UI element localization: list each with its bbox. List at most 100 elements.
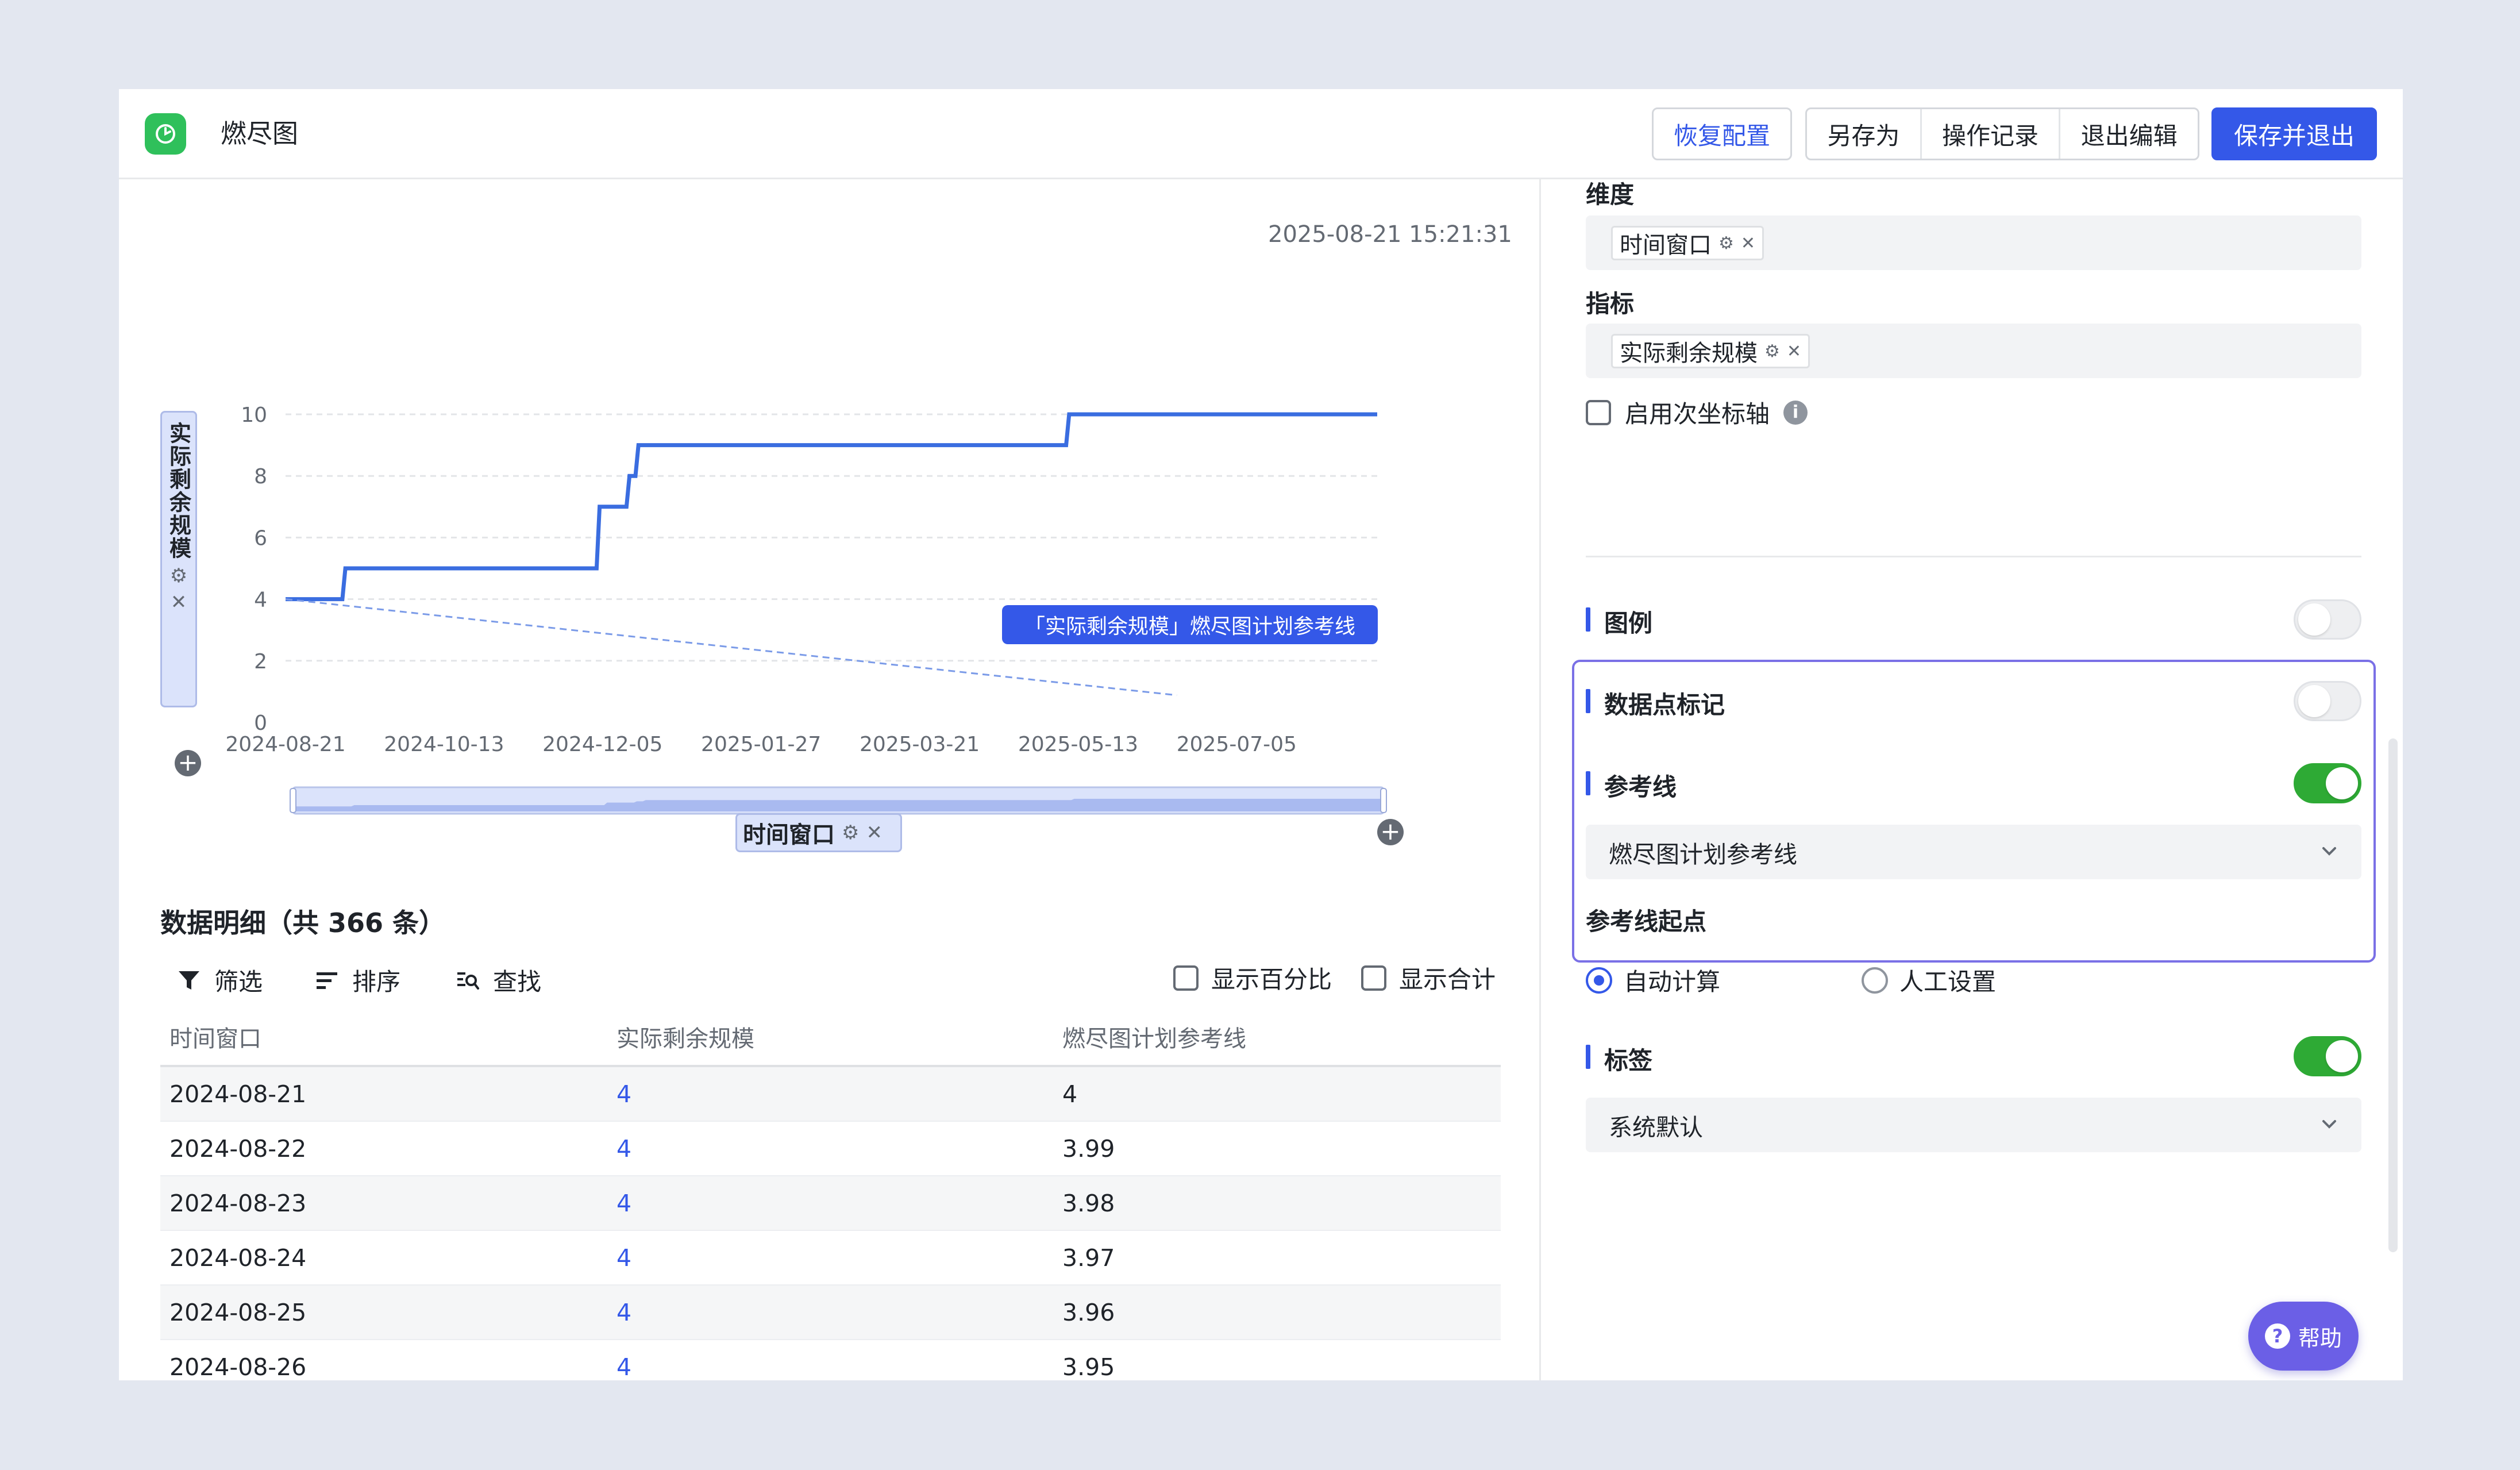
x-axis-field-pill[interactable]: 时间窗口 ⚙ ✕ — [735, 813, 902, 852]
app-icon — [145, 113, 186, 155]
metric-field-box[interactable]: 实际剩余规模 ⚙ ✕ — [1586, 324, 2361, 378]
close-icon[interactable]: ✕ — [171, 592, 187, 613]
slider-handle-left[interactable] — [290, 788, 296, 813]
labels-select-value: 系统默认 — [1609, 1113, 1703, 1141]
table-cell: 2024-08-22 — [169, 1134, 307, 1163]
radio-auto-option[interactable]: 自动计算 — [1586, 963, 1720, 998]
data-table: 时间窗口 实际剩余规模 燃尽图计划参考线 2024-08-21 4 4 2024-08… — [160, 1009, 1501, 1380]
secondary-axis-option[interactable]: 启用次坐标轴 i — [1586, 395, 1808, 430]
y-tick-label: 6 — [254, 526, 267, 550]
filter-label: 筛选 — [214, 968, 263, 996]
close-icon[interactable]: ✕ — [1741, 233, 1755, 253]
table-row: 2024-08-25 4 3.96 — [160, 1286, 1501, 1340]
secondary-axis-checkbox[interactable] — [1586, 399, 1611, 425]
column-header-time-window[interactable]: 时间窗口 — [160, 1020, 607, 1053]
reference-start-label: 参考线起点 — [1586, 907, 1707, 936]
dimension-tag[interactable]: 时间窗口 ⚙ ✕ — [1611, 226, 1764, 260]
table-cell[interactable]: 4 — [607, 1190, 1053, 1217]
table-body: 2024-08-21 4 4 2024-08-22 4 3.99 2024-08-23 4 3.… — [160, 1067, 1501, 1380]
close-icon[interactable]: ✕ — [1787, 341, 1801, 361]
show-total-label: 显示合计 — [1399, 965, 1496, 994]
table-row: 2024-08-21 4 4 — [160, 1067, 1501, 1122]
app-window: 燃尽图 恢复配置 另存为 操作记录 退出编辑 保存并退出 2025-08-21 … — [119, 89, 2403, 1380]
table-row: 2024-08-22 4 3.99 — [160, 1122, 1501, 1176]
add-x-field-icon[interactable]: + — [1377, 819, 1404, 845]
exit-edit-button[interactable]: 退出编辑 — [2060, 109, 2198, 159]
gear-icon[interactable]: ⚙ — [842, 821, 859, 844]
table-cell: 2024-08-23 — [169, 1189, 307, 1217]
x-tick-label: 2025-01-27 — [701, 733, 821, 756]
section-marker — [1586, 607, 1590, 632]
save-and-exit-button[interactable]: 保存并退出 — [2211, 107, 2377, 160]
x-tick-label: 2024-12-05 — [542, 733, 662, 756]
show-total-option[interactable]: 显示合计 — [1361, 960, 1496, 995]
dimension-label: 维度 — [1586, 180, 1635, 209]
table-header: 时间窗口 实际剩余规模 燃尽图计划参考线 — [160, 1009, 1501, 1067]
table-cell: 2024-08-24 — [169, 1244, 307, 1272]
x-tick-label: 2024-08-21 — [225, 733, 345, 756]
y-tick-label: 2 — [254, 650, 267, 674]
filter-button[interactable]: 筛选 — [176, 963, 263, 998]
radio-manual-option[interactable]: 人工设置 — [1862, 963, 1996, 998]
find-button[interactable]: 查找 — [455, 963, 541, 998]
labels-select[interactable]: 系统默认 — [1586, 1098, 2361, 1152]
show-percent-checkbox[interactable] — [1173, 965, 1199, 991]
show-total-checkbox[interactable] — [1361, 965, 1386, 991]
find-label: 查找 — [493, 968, 542, 996]
legend-toggle[interactable] — [2294, 599, 2361, 640]
y-tick-label: 4 — [254, 588, 267, 612]
question-icon: ? — [2264, 1323, 2290, 1349]
gear-icon[interactable]: ⚙ — [1764, 341, 1780, 361]
radio-manual-label: 人工设置 — [1899, 968, 1997, 996]
table-row: 2024-08-24 4 3.97 — [160, 1231, 1501, 1286]
history-button[interactable]: 操作记录 — [1922, 109, 2061, 159]
labels-toggle[interactable] — [2294, 1036, 2361, 1076]
sort-label: 排序 — [352, 968, 401, 996]
table-cell: 2024-08-21 — [169, 1080, 307, 1108]
section-marker — [1586, 1045, 1590, 1069]
show-percent-label: 显示百分比 — [1211, 965, 1332, 994]
panel-divider — [1539, 179, 1541, 1380]
table-cell: 3.97 — [1062, 1244, 1115, 1272]
restore-config-button[interactable]: 恢复配置 — [1652, 107, 1792, 160]
table-cell[interactable]: 4 — [607, 1353, 1053, 1381]
gear-icon[interactable]: ⚙ — [1718, 233, 1734, 253]
series-line-actual — [286, 412, 1377, 602]
zoom-slider[interactable] — [290, 786, 1387, 815]
help-label: 帮助 — [2298, 1325, 2342, 1351]
dimension-field-box[interactable]: 时间窗口 ⚙ ✕ — [1586, 216, 2361, 270]
column-header-actual-remaining[interactable]: 实际剩余规模 — [607, 1020, 1053, 1053]
help-button[interactable]: ? 帮助 — [2248, 1302, 2359, 1371]
legend-label: 图例 — [1604, 609, 1653, 637]
table-cell[interactable]: 4 — [607, 1135, 1053, 1163]
table-cell[interactable]: 4 — [607, 1299, 1053, 1326]
table-cell: 3.96 — [1062, 1298, 1115, 1326]
panel-scrollbar[interactable] — [2388, 738, 2398, 1252]
metric-tag[interactable]: 实际剩余规模 ⚙ ✕ — [1611, 334, 1810, 368]
slider-handle-right[interactable] — [1380, 788, 1387, 813]
table-row: 2024-08-26 4 3.95 — [160, 1340, 1501, 1381]
gear-icon[interactable]: ⚙ — [170, 565, 187, 586]
reference-line-tooltip: 「实际剩余规模」燃尽图计划参考线 — [1002, 605, 1378, 644]
close-icon[interactable]: ✕ — [866, 821, 883, 844]
reference-line-select[interactable]: 燃尽图计划参考线 — [1586, 825, 2361, 879]
table-cell[interactable]: 4 — [607, 1080, 1053, 1108]
table-cell: 2024-08-26 — [169, 1353, 307, 1381]
secondary-axis-label: 启用次坐标轴 — [1625, 400, 1770, 428]
show-percent-option[interactable]: 显示百分比 — [1173, 960, 1332, 995]
reference-line-label: 参考线 — [1604, 773, 1677, 801]
y-tick-label: 0 — [254, 711, 267, 735]
sort-button[interactable]: 排序 — [314, 963, 400, 998]
metric-tag-label: 实际剩余规模 — [1620, 340, 1758, 367]
reference-line-toggle[interactable] — [2294, 763, 2361, 803]
save-as-button[interactable]: 另存为 — [1807, 109, 1922, 159]
table-cell[interactable]: 4 — [607, 1244, 1053, 1272]
y-axis-field-pill[interactable]: 实际剩余规模 ⚙ ✕ — [160, 411, 197, 707]
add-y-field-icon[interactable]: + — [175, 750, 201, 776]
column-header-reference-line[interactable]: 燃尽图计划参考线 — [1053, 1020, 1501, 1053]
radio-manual[interactable] — [1862, 967, 1888, 994]
metric-label: 指标 — [1586, 290, 1635, 318]
radio-auto[interactable] — [1586, 967, 1612, 994]
y-tick-label: 10 — [241, 403, 267, 427]
info-icon[interactable]: i — [1783, 400, 1808, 425]
